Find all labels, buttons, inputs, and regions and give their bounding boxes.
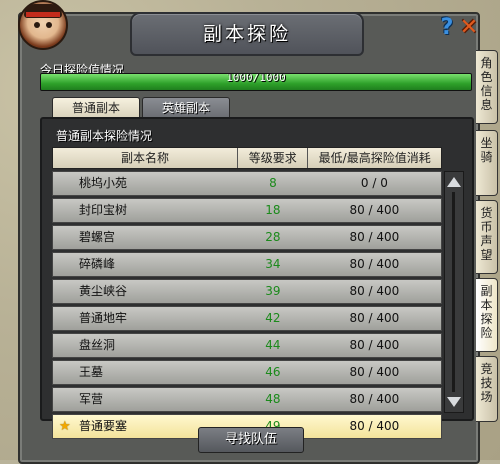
table-row[interactable]: 碎磷峰 34 80 / 400 — [52, 252, 442, 277]
level-requirement: 28 — [265, 230, 281, 244]
scrollbar[interactable] — [444, 171, 464, 413]
dungeon-name-text: 碧螺宫 — [79, 230, 116, 244]
level-requirement: 42 — [265, 311, 281, 325]
dungeon-name: 王墓 — [53, 361, 238, 384]
dungeon-name: 普通地牢 — [53, 307, 238, 330]
header-dungeon-name: 副本名称 — [53, 148, 239, 168]
window-title: 副本探险 — [202, 23, 291, 45]
explore-progress-text: 1000/1000 — [226, 73, 286, 84]
portrait-eye-right — [46, 22, 52, 28]
side-tab-mount[interactable]: 坐骑 — [476, 130, 498, 196]
help-button[interactable]: ? — [436, 16, 458, 40]
level-requirement: 44 — [265, 338, 281, 352]
dungeon-name-text: 普通地牢 — [79, 311, 128, 325]
explore-cost: 80 / 400 — [349, 230, 400, 244]
table-row[interactable]: 军营 48 80 / 400 — [52, 387, 442, 412]
level-requirement: 18 — [265, 203, 281, 217]
explore-cost: 80 / 400 — [349, 338, 400, 352]
table-row[interactable]: 封印宝树 18 80 / 400 — [52, 198, 442, 223]
dungeon-name: 碎磷峰 — [53, 253, 238, 276]
section-title: 普通副本探险情况 — [56, 129, 153, 143]
scroll-down-arrow-icon[interactable] — [446, 394, 462, 410]
header-explore-cost: 最低/最高探险值消耗 — [318, 151, 431, 165]
table-row[interactable]: 桃坞小苑 8 0 / 0 — [52, 171, 442, 196]
side-tab-currency-reputation[interactable]: 货币声望 — [476, 200, 498, 274]
dungeon-name-text: 黄尘峡谷 — [79, 284, 128, 298]
table-row[interactable]: 盘丝洞 44 80 / 400 — [52, 333, 442, 358]
level-requirement: 8 — [269, 176, 277, 190]
dungeon-name: 黄尘峡谷 — [53, 280, 238, 303]
dungeon-name: 桃坞小苑 — [53, 172, 238, 195]
table-rows: 桃坞小苑 8 0 / 0 封印宝树 18 80 / 400 碧螺宫 28 80 / 400 碎磷峰… — [52, 171, 442, 439]
level-requirement: 46 — [265, 365, 281, 379]
explore-cost: 0 / 0 — [360, 176, 388, 190]
dungeon-name-text: 碎磷峰 — [79, 257, 116, 271]
explore-cost: 80 / 400 — [349, 419, 400, 433]
dungeon-name: 封印宝树 — [53, 199, 238, 222]
dungeon-list-panel: 普通副本探险情况 副本名称 等级要求 最低/最高探险值消耗 桃坞小苑 8 0 / 0… — [40, 117, 474, 439]
explore-cost: 80 / 400 — [349, 311, 400, 325]
dungeon-name-text: 桃坞小苑 — [79, 176, 128, 190]
side-tab-arena[interactable]: 竞技场 — [476, 356, 498, 422]
explore-cost: 80 / 400 — [349, 365, 400, 379]
explore-cost: 80 / 400 — [349, 203, 400, 217]
dungeon-explore-window: 副本探险 ? ✕ 今日探险值情况 1000/1000 普通副本 英雄副本 普通副… — [18, 0, 480, 464]
side-tab-character-info[interactable]: 角色信息 — [476, 50, 498, 124]
explore-cost: 80 / 400 — [349, 284, 400, 298]
dungeon-name: 军营 — [53, 388, 238, 411]
dungeon-table: 副本名称 等级要求 最低/最高探险值消耗 桃坞小苑 8 0 / 0 封印宝树 18 80 … — [52, 147, 442, 439]
dungeon-name: 碧螺宫 — [53, 226, 238, 249]
find-team-button[interactable]: 寻找队伍 — [198, 427, 304, 453]
tab-hero-dungeon[interactable]: 英雄副本 — [142, 97, 230, 118]
header-level-requirement: 等级要求 — [238, 148, 309, 168]
scroll-track[interactable] — [452, 192, 455, 392]
table-row[interactable]: 普通地牢 42 80 / 400 — [52, 306, 442, 331]
star-icon: ★ — [59, 419, 71, 434]
side-tab-dungeon-explore[interactable]: 副本探险 — [476, 278, 498, 352]
tab-normal-dungeon[interactable]: 普通副本 — [52, 97, 140, 118]
dungeon-name-text: 封印宝树 — [79, 203, 128, 217]
table-row[interactable]: 黄尘峡谷 39 80 / 400 — [52, 279, 442, 304]
table-header: 副本名称 等级要求 最低/最高探险值消耗 — [52, 147, 442, 169]
close-button[interactable]: ✕ — [458, 16, 480, 40]
level-requirement: 48 — [265, 392, 281, 406]
dungeon-name-text: 军营 — [79, 392, 104, 406]
scroll-up-arrow-icon[interactable] — [446, 174, 462, 190]
level-requirement: 39 — [265, 284, 281, 298]
portrait-eye-left — [34, 22, 40, 28]
level-requirement: 34 — [265, 257, 281, 271]
dungeon-name: 盘丝洞 — [53, 334, 238, 357]
table-row[interactable]: 碧螺宫 28 80 / 400 — [52, 225, 442, 250]
dungeon-name-text: 普通要塞 — [79, 419, 128, 433]
dungeon-name-text: 王墓 — [79, 365, 104, 379]
dungeon-name-text: 盘丝洞 — [79, 338, 116, 352]
table-row[interactable]: 王墓 46 80 / 400 — [52, 360, 442, 385]
explore-cost: 80 / 400 — [349, 392, 400, 406]
character-portrait-icon — [18, 0, 68, 50]
title-bar: 副本探险 — [130, 12, 364, 56]
explore-cost: 80 / 400 — [349, 257, 400, 271]
explore-progress-bar: 1000/1000 — [40, 73, 472, 91]
portrait-headband — [26, 12, 60, 17]
